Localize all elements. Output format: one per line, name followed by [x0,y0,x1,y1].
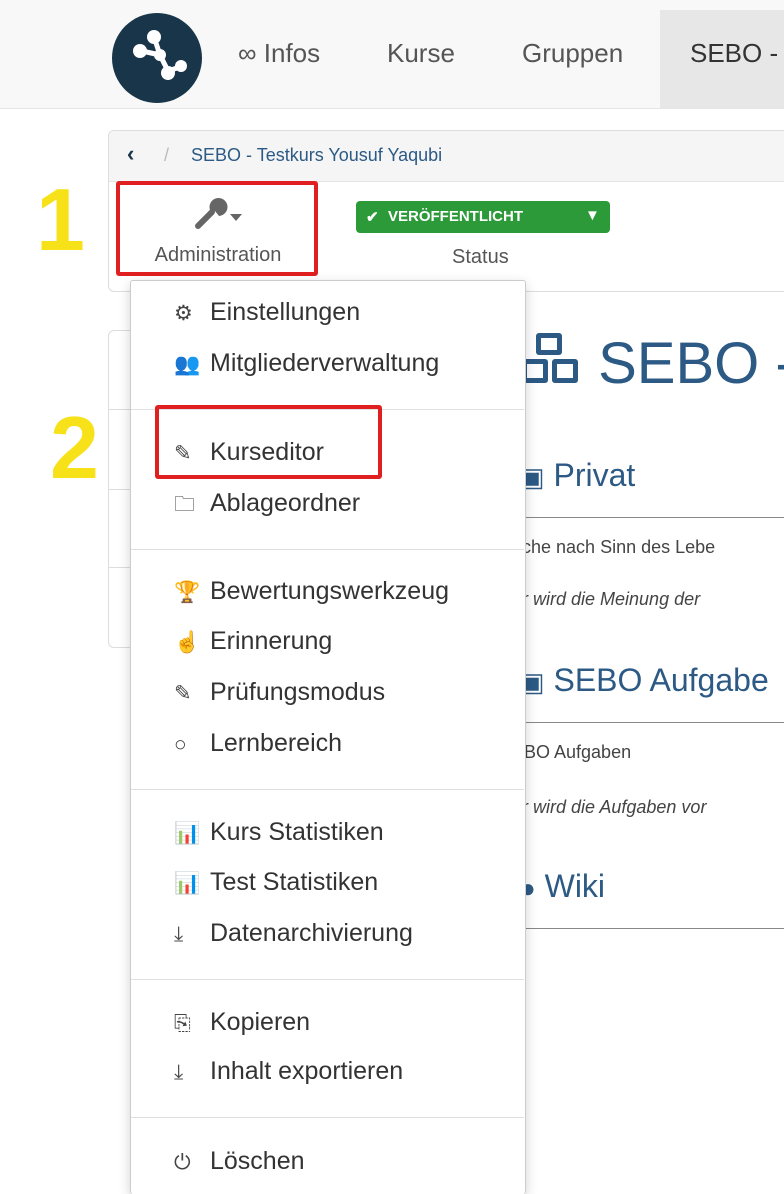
top-navbar: ∞ Infos Kurse Gruppen SEBO - [0,0,784,109]
trophy-icon: 🏆 [174,581,201,604]
circle-icon: ○ [174,733,187,756]
menu-item-kopieren[interactable]: ⎘ Kopieren [174,1008,310,1037]
menu-item-lernbereich[interactable]: ○ Lernbereich [174,729,342,758]
menu-item-datenarchivierung[interactable]: ⤓ Datenarchivierung [174,919,413,948]
section-wiki-heading[interactable]: ● Wiki [520,868,605,905]
back-chevron-icon[interactable]: ‹ [127,141,134,167]
section-wiki-title: Wiki [544,868,606,904]
status-badge[interactable]: ✔ VERÖFFENTLICHT ▼ [356,201,610,233]
breadcrumb: ‹ / SEBO - Testkurs Yousuf Yaqubi [109,131,784,182]
menu-item-erinnerung[interactable]: ☝ Erinnerung [174,627,332,656]
status-badge-label: VERÖFFENTLICHT [388,208,523,225]
highlight-box-administration [116,181,318,276]
users-icon: 👥 [174,353,201,376]
menu-item-inhalt-exportieren[interactable]: ⤓ Inhalt exportieren [174,1057,403,1086]
logo-icon[interactable] [112,13,202,103]
menu-item-mitgliederverwaltung[interactable]: 👥 Mitgliederverwaltung [174,349,439,378]
course-title: SEBO - [518,330,784,397]
nav-gruppen[interactable]: Gruppen [522,38,623,69]
check-icon: ✔ [366,209,379,226]
nav-active-course[interactable]: SEBO - [660,10,784,108]
copy-icon: ⎘ [174,1012,191,1035]
section-privat-heading[interactable]: ▣ Privat [520,457,635,494]
menu-item-pruefungsmodus[interactable]: ✎ Prüfungsmodus [174,678,385,707]
section-privat-description: er wird die Meinung der [512,589,701,609]
breadcrumb-course-link[interactable]: SEBO - Testkurs Yousuf Yaqubi [191,145,442,166]
nav-infos[interactable]: ∞ Infos [238,38,320,69]
breadcrumb-separator: / [164,145,170,165]
section-aufgaben-description: er wird die Aufgaben vor [512,797,707,817]
bar-chart-icon: 📊 [174,822,201,845]
course-title-text: SEBO - [598,331,784,396]
nav-active-label: SEBO - [690,38,779,68]
folder-icon: 🗀 [174,493,195,516]
hand-pointer-icon: ☝ [174,631,201,654]
marker-two: 2 [50,398,99,497]
power-icon: ⏻ [174,1151,191,1174]
edit-icon: ✎ [174,682,192,705]
section-privat-title: Privat [553,457,636,493]
cubes-icon [522,333,578,383]
section-aufgaben-title: SEBO Aufgabe [553,662,769,698]
cogs-icon: ⚙ [174,302,193,325]
section-aufgaben-text: EBO Aufgaben [512,742,632,762]
nav-kurse[interactable]: Kurse [387,38,455,69]
caret-down-icon: ▼ [585,207,600,224]
marker-one: 1 [36,170,85,269]
menu-item-test-statistiken[interactable]: 📊 Test Statistiken [174,868,378,897]
menu-item-ablageordner[interactable]: 🗀 Ablageordner [174,489,360,525]
menu-item-bewertungswerkzeug[interactable]: 🏆 Bewertungswerkzeug [174,577,449,606]
menu-item-kurs-statistiken[interactable]: 📊 Kurs Statistiken [174,818,384,847]
download-icon: ⤓ [174,1061,184,1084]
bar-chart-icon: 📊 [174,872,201,895]
download-icon: ⤓ [174,923,184,946]
section-aufgaben-heading[interactable]: ▣ SEBO Aufgabe [520,662,769,699]
highlight-box-kurseditor [155,405,382,479]
menu-item-einstellungen[interactable]: ⚙ Einstellungen [174,298,360,327]
status-label: Status [452,246,509,268]
menu-item-loeschen[interactable]: ⏻ Löschen [174,1147,305,1176]
section-privat-text: uche nach Sinn des Lebe [512,537,716,557]
